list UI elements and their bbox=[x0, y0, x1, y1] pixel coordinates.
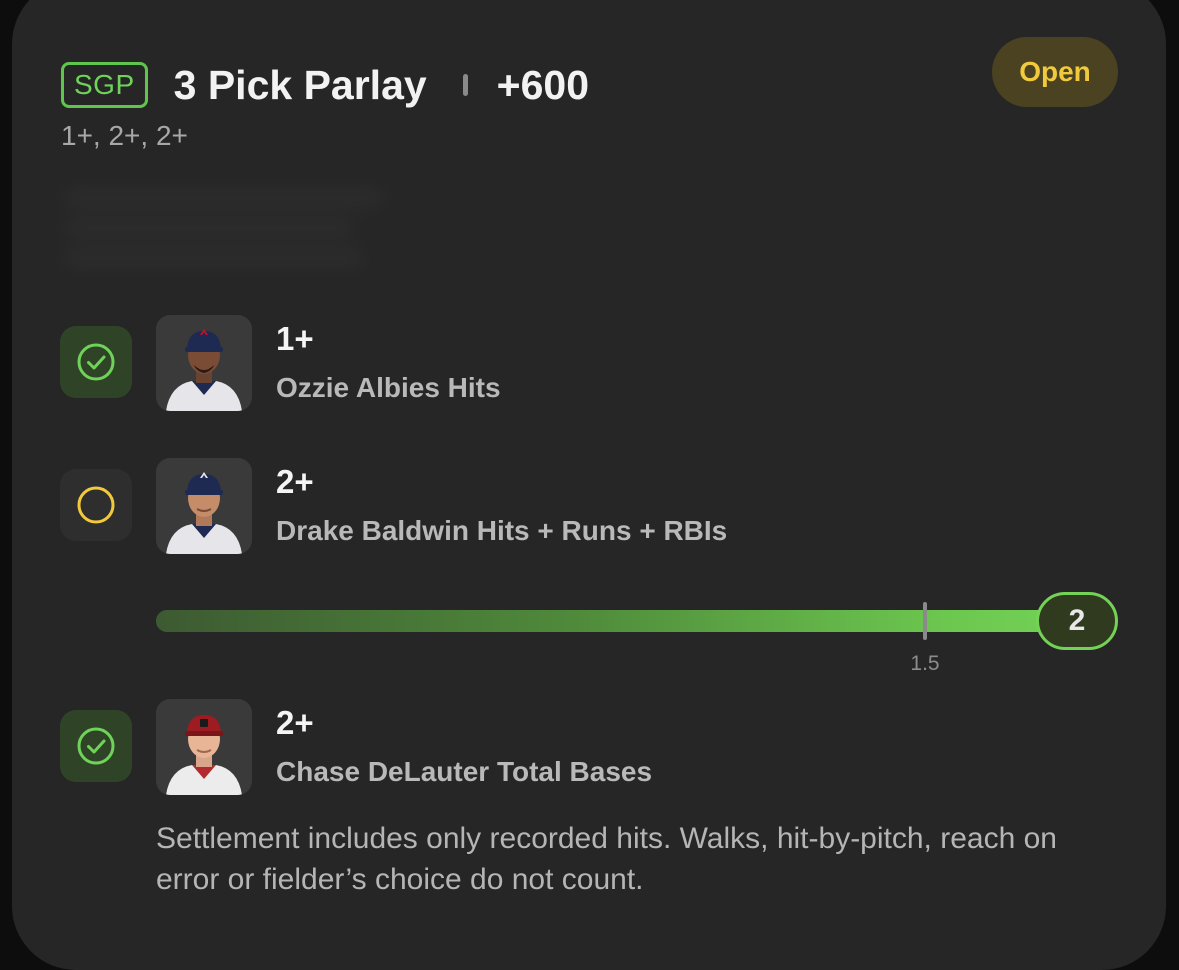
player-photo-ozzie-albies bbox=[156, 315, 252, 411]
sgp-badge: SGP bbox=[61, 62, 148, 108]
progress-fill bbox=[156, 610, 1086, 632]
leg-market: Chase DeLauter Total Bases bbox=[276, 756, 653, 787]
settlement-disclaimer: Settlement includes only recorded hits. … bbox=[156, 822, 1057, 896]
threshold-marker bbox=[923, 602, 927, 640]
leg-line: 1+ bbox=[276, 320, 314, 357]
leg-line: 2+ bbox=[276, 704, 314, 741]
leg-status-open bbox=[60, 469, 132, 541]
leg-market: Drake Baldwin Hits + Runs + RBIs bbox=[276, 515, 728, 546]
lines-summary: 1+, 2+, 2+ bbox=[61, 120, 188, 151]
player-photo-chase-delauter bbox=[156, 699, 252, 795]
parlay-header: SGP 3 Pick Parlay +600 bbox=[61, 62, 589, 108]
leg-status-won bbox=[60, 710, 132, 782]
leg-progress-bar: 1.5 2 bbox=[156, 592, 1118, 675]
leg-status-won bbox=[60, 326, 132, 398]
player-photo-drake-baldwin bbox=[156, 458, 252, 554]
empty-circle-icon bbox=[77, 486, 115, 524]
progress-current-value: 2 bbox=[1036, 592, 1118, 650]
parlay-title: 3 Pick Parlay bbox=[173, 61, 427, 108]
leg-market: Ozzie Albies Hits bbox=[276, 372, 501, 403]
leg-line: 2+ bbox=[276, 463, 314, 500]
progress-track bbox=[156, 610, 1086, 632]
check-circle-icon bbox=[77, 727, 115, 765]
bet-status-badge: Open bbox=[992, 37, 1118, 107]
blurred-content bbox=[64, 190, 394, 280]
parlay-odds: +600 bbox=[496, 61, 590, 108]
check-circle-icon bbox=[77, 343, 115, 381]
title-divider bbox=[462, 74, 468, 96]
threshold-label: 1.5 bbox=[910, 652, 940, 675]
